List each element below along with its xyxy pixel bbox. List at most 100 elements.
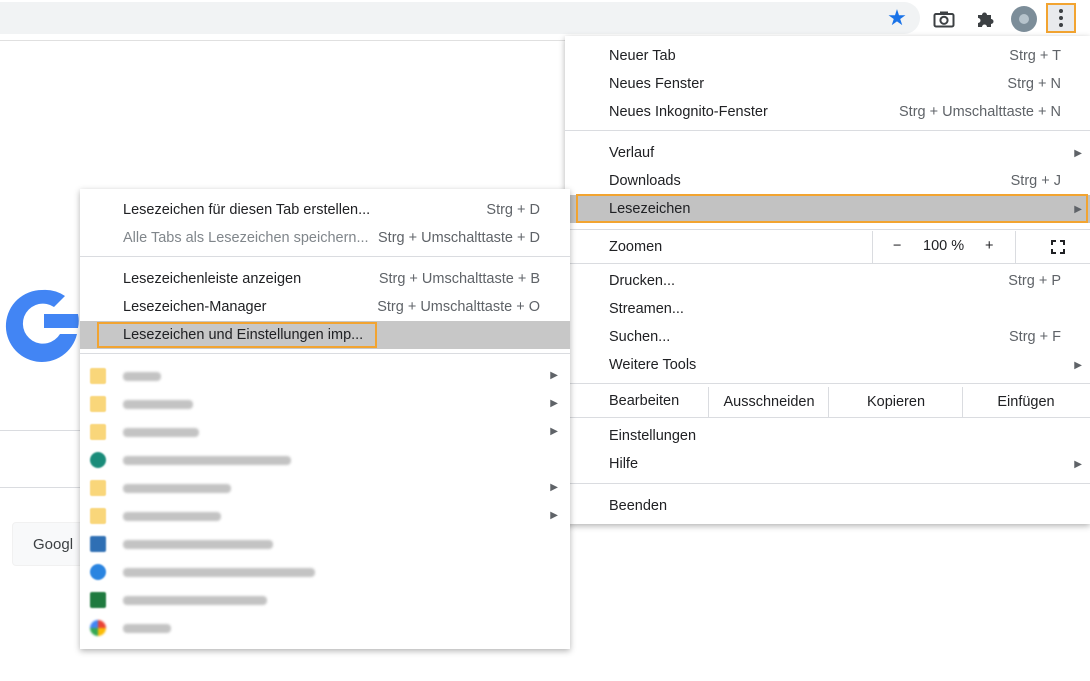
bookmark-item[interactable] — [80, 614, 570, 642]
menu-item-help[interactable]: Hilfe ▶ — [565, 450, 1090, 478]
bookmarks-submenu: Lesezeichen für diesen Tab erstellen... … — [80, 189, 570, 649]
menu-item-label: Weitere Tools — [609, 357, 697, 373]
more-menu-icon[interactable] — [1046, 3, 1076, 33]
menu-separator — [80, 353, 570, 354]
extensions-icon[interactable] — [972, 6, 998, 32]
blurred-bookmark-name — [123, 484, 231, 493]
menu-item-exit[interactable]: Beenden — [565, 492, 1090, 520]
menu-item-label: Neuer Tab — [609, 48, 676, 64]
menu-item-label: Lesezeichenleiste anzeigen — [123, 271, 302, 287]
menu-item-label: Neues Inkognito-Fenster — [609, 104, 768, 120]
blurred-bookmark-name — [123, 540, 273, 549]
menu-item-label: Hilfe — [609, 456, 639, 472]
menu-item-new-incognito[interactable]: Neues Inkognito-Fenster Strg + Umschaltt… — [565, 98, 1090, 126]
paste-button[interactable]: Einfügen — [962, 387, 1089, 417]
menu-item-history[interactable]: Verlauf ▶ — [565, 139, 1090, 167]
bookmark-item[interactable] — [80, 446, 570, 474]
menu-item-settings[interactable]: Einstellungen — [565, 422, 1090, 450]
bookmark-item[interactable] — [80, 530, 570, 558]
paste-label: Einfügen — [997, 394, 1055, 410]
folder-icon — [90, 396, 106, 412]
menu-item-find[interactable]: Suchen... Strg + F — [565, 323, 1090, 351]
blurred-bookmark-name — [123, 596, 267, 605]
browser-toolbar: ★ — [0, 0, 1090, 38]
menu-item-label: Zoomen — [609, 239, 663, 255]
folder-icon — [90, 368, 106, 384]
chevron-right-icon: ▶ — [550, 482, 558, 493]
chevron-right-icon: ▶ — [1074, 359, 1082, 371]
bookmark-folder[interactable]: ▶ — [80, 418, 570, 446]
menu-item-label: Lesezeichen für diesen Tab erstellen... — [123, 202, 371, 218]
chevron-right-icon: ▶ — [550, 510, 558, 521]
menu-item-show-bookmarks-bar[interactable]: Lesezeichenleiste anzeigen Strg + Umscha… — [80, 265, 570, 293]
menu-item-print[interactable]: Drucken... Strg + P — [565, 267, 1090, 295]
menu-item-label: Beenden — [609, 498, 668, 514]
fullscreen-icon[interactable] — [1051, 240, 1065, 254]
menu-item-shortcut: Strg + Umschalttaste + N — [899, 104, 1061, 120]
menu-item-label: Streamen... — [609, 301, 684, 317]
chevron-right-icon: ▶ — [550, 398, 558, 409]
menu-item-bookmark-all-tabs: Alle Tabs als Lesezeichen speichern... S… — [80, 224, 570, 252]
menu-separator — [565, 417, 1090, 418]
menu-item-edit: Bearbeiten Ausschneiden Kopieren Einfüge… — [565, 387, 1090, 417]
menu-item-shortcut: Strg + Umschalttaste + O — [377, 299, 540, 315]
menu-item-shortcut: Strg + Umschalttaste + D — [378, 230, 540, 246]
menu-item-zoom: Zoomen − 100 % + — [565, 231, 1090, 263]
address-bar[interactable] — [0, 2, 920, 34]
bookmark-item[interactable] — [80, 558, 570, 586]
menu-item-new-window[interactable]: Neues Fenster Strg + N — [565, 70, 1090, 98]
blue-gear-icon — [90, 564, 106, 580]
camera-icon[interactable] — [931, 6, 957, 32]
chevron-right-icon: ▶ — [1074, 147, 1082, 159]
menu-item-bookmarks[interactable]: Lesezeichen ▶ — [565, 195, 1090, 223]
excel-icon — [90, 592, 106, 608]
menu-item-shortcut: Strg + P — [1008, 273, 1061, 289]
chevron-right-icon: ▶ — [550, 370, 558, 381]
menu-item-shortcut: Strg + Umschalttaste + B — [378, 271, 540, 287]
blurred-bookmark-name — [123, 372, 161, 381]
blurred-bookmark-name — [123, 624, 171, 633]
menu-item-more-tools[interactable]: Weitere Tools ▶ — [565, 351, 1090, 379]
menu-item-shortcut: Strg + D — [486, 202, 540, 218]
zoom-control: − 100 % + — [872, 231, 1090, 263]
blurred-bookmark-name — [123, 400, 193, 409]
menu-item-shortcut: Strg + F — [1009, 329, 1061, 345]
chevron-right-icon: ▶ — [550, 426, 558, 437]
menu-item-new-tab[interactable]: Neuer Tab Strg + T — [565, 42, 1090, 70]
bookmark-folder[interactable]: ▶ — [80, 390, 570, 418]
bookmark-item[interactable] — [80, 586, 570, 614]
blurred-bookmark-name — [123, 456, 291, 465]
menu-item-label: Einstellungen — [609, 428, 697, 444]
menu-item-bookmark-tab[interactable]: Lesezeichen für diesen Tab erstellen... … — [80, 196, 570, 224]
copy-button[interactable]: Kopieren — [828, 387, 963, 417]
bookmark-folder[interactable]: ▶ — [80, 502, 570, 530]
page-divider — [0, 430, 80, 431]
folder-icon — [90, 480, 106, 496]
blurred-bookmark-name — [123, 512, 221, 521]
bookmark-folder[interactable]: ▶ — [80, 362, 570, 390]
profile-avatar[interactable] — [1010, 5, 1038, 33]
star-icon[interactable]: ★ — [884, 5, 910, 31]
menu-item-import-bookmarks[interactable]: Lesezeichen und Einstellungen imp... — [80, 321, 570, 349]
menu-item-shortcut: Strg + J — [1010, 173, 1061, 189]
chevron-right-icon: ▶ — [1074, 203, 1082, 215]
blurred-bookmark-name — [123, 428, 199, 437]
menu-item-cast[interactable]: Streamen... — [565, 295, 1090, 323]
menu-separator — [565, 483, 1090, 484]
avatar — [1011, 6, 1037, 32]
menu-item-bookmark-manager[interactable]: Lesezeichen-Manager Strg + Umschalttaste… — [80, 293, 570, 321]
menu-item-label: Verlauf — [609, 145, 655, 161]
teal-logo-icon — [90, 452, 106, 468]
zoom-separator — [1015, 231, 1016, 263]
menu-separator — [565, 383, 1090, 384]
chrome-main-menu: Neuer Tab Strg + T Neues Fenster Strg + … — [565, 36, 1090, 524]
folder-icon — [90, 424, 106, 440]
bookmark-folder[interactable]: ▶ — [80, 474, 570, 502]
page-divider — [0, 487, 80, 488]
menu-item-downloads[interactable]: Downloads Strg + J — [565, 167, 1090, 195]
google-search-button-label: Googl — [33, 535, 74, 553]
cut-button[interactable]: Ausschneiden — [708, 387, 829, 417]
google-favicon-icon — [90, 620, 106, 636]
zoom-in-button[interactable]: + — [985, 238, 993, 254]
zoom-out-button[interactable]: − — [893, 238, 901, 254]
